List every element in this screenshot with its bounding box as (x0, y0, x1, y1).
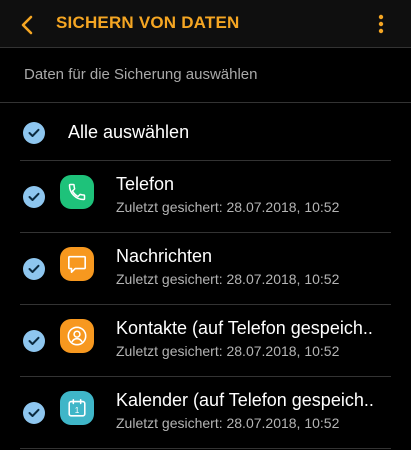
checkmark-icon (28, 264, 40, 273)
more-vertical-icon (378, 14, 384, 34)
item-title: Telefon (116, 174, 175, 194)
contact-icon (67, 326, 87, 346)
back-button[interactable] (12, 10, 42, 40)
calendar-app-icon: 1 (60, 391, 94, 425)
message-icon (68, 255, 86, 273)
checkmark-icon (28, 336, 40, 345)
messages-app-icon (60, 247, 94, 281)
item-checkbox[interactable] (23, 258, 45, 280)
checkmark-icon (28, 128, 40, 137)
calendar-day-number: 1 (75, 406, 80, 415)
select-all-row[interactable] (0, 103, 411, 161)
item-title: Nachrichten (116, 246, 213, 266)
list-item-kontakte[interactable]: Kontakte (auf Telefon gespeich.. Zuletzt… (0, 305, 411, 377)
item-checkbox[interactable] (23, 402, 45, 424)
list-item-telefon[interactable]: Telefon Zuletzt gesichert: 28.07.2018, 1… (0, 161, 411, 233)
item-last-backup: Zuletzt gesichert: 28.07.2018, 10:52 (116, 199, 340, 215)
checkmark-icon (28, 192, 40, 201)
list-item-nachrichten[interactable]: Nachrichten Zuletzt gesichert: 28.07.201… (0, 233, 411, 305)
phone-app-icon (60, 175, 94, 209)
page-title: SICHERN VON DATEN (56, 13, 240, 32)
item-last-backup: Zuletzt gesichert: 28.07.2018, 10:52 (116, 343, 340, 359)
more-options-button[interactable] (369, 12, 393, 36)
calendar-icon: 1 (68, 398, 86, 417)
item-checkbox[interactable] (23, 186, 45, 208)
select-all-label: Alle auswählen (68, 122, 190, 142)
list-item-kalender[interactable]: 1 Kalender (auf Telefon gespeich.. Zulet… (0, 377, 411, 449)
contacts-app-icon (60, 319, 94, 353)
section-header: Daten für die Sicherung auswählen (24, 66, 258, 83)
checkmark-icon (28, 408, 40, 417)
app-bar: SICHERN VON DATEN (0, 0, 411, 48)
select-all-checkbox[interactable] (23, 122, 45, 144)
divider (20, 448, 391, 449)
item-last-backup: Zuletzt gesichert: 28.07.2018, 10:52 (116, 271, 340, 287)
item-last-backup: Zuletzt gesichert: 28.07.2018, 10:52 (116, 415, 340, 431)
item-title: Kalender (auf Telefon gespeich.. (116, 390, 374, 410)
chevron-left-icon (21, 15, 33, 35)
phone-icon (68, 183, 86, 201)
divider (0, 47, 411, 48)
item-checkbox[interactable] (23, 330, 45, 352)
item-title: Kontakte (auf Telefon gespeich.. (116, 318, 373, 338)
